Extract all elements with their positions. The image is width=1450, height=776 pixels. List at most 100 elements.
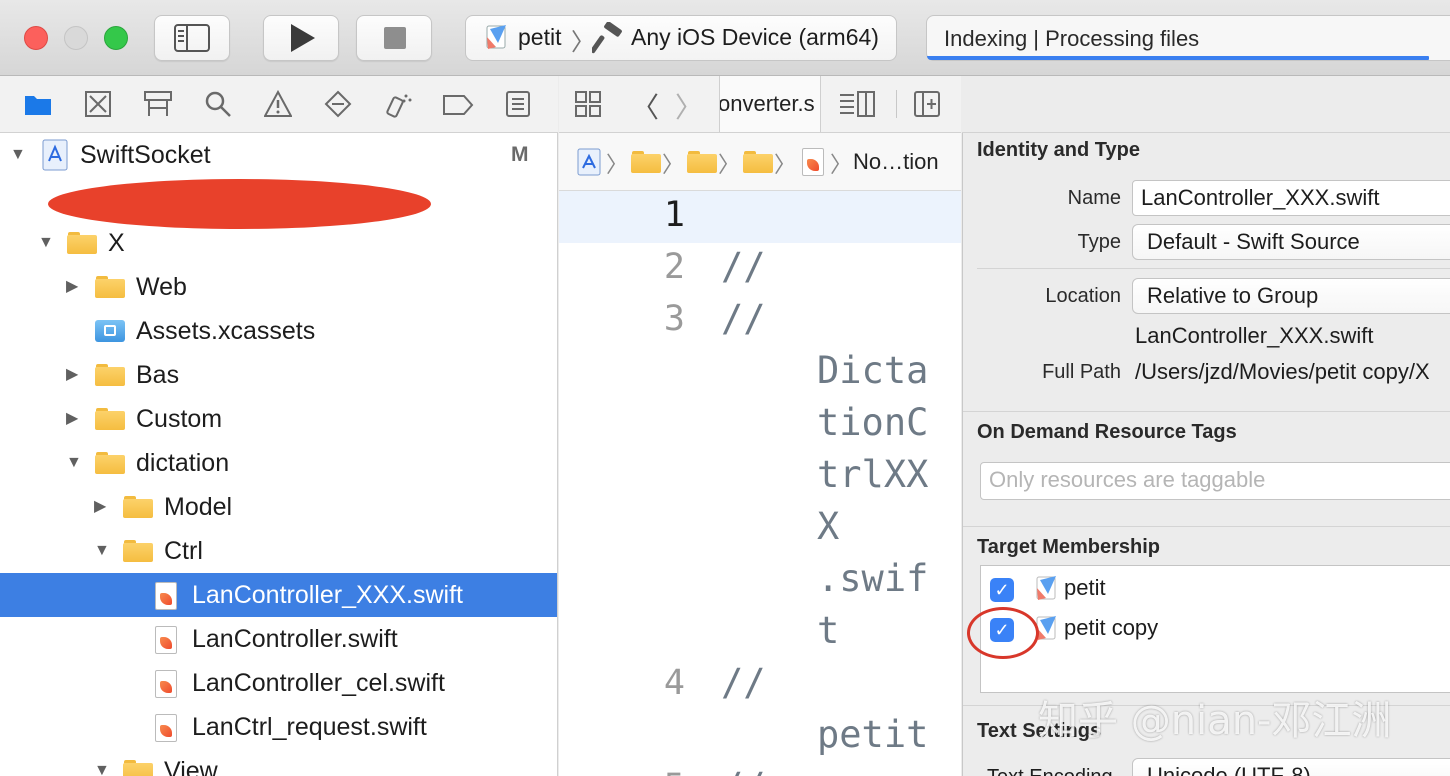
target-name: petit	[1064, 575, 1106, 600]
breadcrumb-current[interactable]: No…tion	[853, 149, 939, 175]
text-encoding-popup[interactable]: Unicode (UTF-8)	[1132, 758, 1450, 776]
type-popup[interactable]: Default - Swift Source	[1132, 224, 1450, 260]
list-item[interactable]: ▶ Custom	[0, 397, 557, 441]
line-number: 5	[559, 767, 685, 776]
debug-navigator-icon[interactable]	[384, 90, 414, 120]
membership-section-heading: Target Membership	[977, 536, 1160, 558]
disclosure-closed-icon[interactable]: ▶	[66, 353, 78, 397]
location-popup[interactable]: Relative to Group	[1132, 278, 1450, 314]
folder-icon	[95, 408, 125, 430]
list-item[interactable]: LanCtrl_request.swift	[0, 705, 557, 749]
sidebar-icon	[174, 24, 210, 52]
issue-navigator-icon[interactable]	[264, 90, 292, 118]
item-label: View	[164, 757, 218, 776]
line-number: 4	[663, 663, 685, 703]
editor-tab-bar: 〈 〉 onverter.s	[559, 76, 961, 133]
toggle-navigator-button[interactable]	[154, 15, 230, 61]
source-editor[interactable]: 1 2 // 3 // Dicta tionC trlXX X .swif t 4 // petit 5 //	[559, 191, 961, 776]
run-button[interactable]	[263, 15, 339, 61]
disclosure-closed-icon[interactable]: ▶	[66, 397, 78, 441]
hammer-icon	[592, 22, 622, 54]
list-item[interactable]: ▼ Ctrl	[0, 529, 557, 573]
tab-label: onverter.s	[719, 91, 815, 116]
target-checkbox-petit[interactable]: ✓	[990, 578, 1014, 602]
editor-tab[interactable]: onverter.s	[719, 76, 821, 132]
folder-icon[interactable]	[743, 151, 773, 173]
swift-file-icon[interactable]	[802, 148, 824, 176]
disclosure-open-icon[interactable]: ▼	[10, 133, 26, 177]
list-item[interactable]: LanController.swift	[0, 617, 557, 661]
stop-icon	[384, 27, 406, 49]
item-label: Assets.xcassets	[136, 317, 316, 345]
play-icon	[291, 24, 315, 52]
list-item[interactable]: ▼ X	[0, 221, 557, 265]
swift-file-icon	[155, 670, 177, 698]
chevron-right-icon: 〉	[606, 152, 629, 177]
asset-catalog-icon	[95, 320, 125, 342]
add-editor-icon[interactable]	[913, 90, 941, 118]
minimize-window-button[interactable]	[64, 26, 88, 50]
swift-file-icon	[155, 714, 177, 742]
code-line-text: .swif	[817, 557, 929, 600]
swift-file-icon	[155, 582, 177, 610]
project-navigator-icon[interactable]	[24, 92, 52, 116]
chevron-right-icon: 〉	[662, 152, 685, 177]
list-item[interactable]: ▼ dictation	[0, 441, 557, 485]
item-label: Ctrl	[164, 537, 203, 565]
test-navigator-icon[interactable]	[324, 90, 352, 118]
app-icon	[1036, 576, 1056, 600]
list-item[interactable]: ▶ Web	[0, 265, 557, 309]
disclosure-open-icon[interactable]: ▼	[94, 529, 110, 573]
text-encoding-label: Text Encoding	[987, 766, 1113, 776]
disclosure-open-icon[interactable]: ▼	[94, 749, 110, 776]
list-item[interactable]: LanController_cel.swift	[0, 661, 557, 705]
scheme-selector[interactable]: petit 〉 Any iOS Device (arm64)	[465, 15, 897, 61]
code-line-text: //	[721, 661, 766, 704]
modified-badge: M	[511, 143, 529, 166]
xcode-project-icon[interactable]	[577, 148, 601, 176]
report-navigator-icon[interactable]	[505, 90, 531, 118]
indexing-progress-bar	[927, 56, 1429, 60]
chevron-right-icon: 〉	[830, 152, 853, 177]
project-root-row[interactable]: ▼ SwiftSocket M	[0, 133, 557, 177]
disclosure-closed-icon[interactable]: ▶	[66, 265, 78, 309]
folder-icon[interactable]	[687, 151, 717, 173]
swift-file-icon	[155, 626, 177, 654]
item-label: Web	[136, 273, 187, 301]
forward-arrow-icon[interactable]: 〉	[675, 86, 703, 126]
folder-icon	[67, 232, 97, 254]
breakpoint-navigator-icon[interactable]	[442, 94, 474, 116]
folder-icon[interactable]	[631, 151, 661, 173]
disclosure-closed-icon[interactable]: ▶	[94, 485, 106, 529]
xcode-project-icon	[42, 139, 68, 171]
list-item-selected[interactable]: LanController_XXX.swift	[0, 573, 557, 617]
divider	[977, 268, 1450, 269]
list-item[interactable]: ▼ View	[0, 749, 557, 776]
close-window-button[interactable]	[24, 26, 48, 50]
find-navigator-icon[interactable]	[204, 90, 232, 118]
code-line-text: trlXX	[817, 453, 929, 496]
name-field[interactable]: LanController_XXX.swift	[1132, 180, 1450, 216]
symbol-navigator-icon[interactable]	[143, 90, 173, 118]
back-arrow-icon[interactable]: 〈	[631, 86, 659, 126]
list-item[interactable]: Assets.xcassets	[0, 309, 557, 353]
disclosure-open-icon[interactable]: ▼	[38, 221, 54, 265]
app-icon	[486, 25, 506, 49]
tags-field[interactable]: Only resources are taggable	[980, 462, 1450, 500]
zoom-window-button[interactable]	[104, 26, 128, 50]
tags-section-heading: On Demand Resource Tags	[977, 421, 1237, 443]
identity-section-heading: Identity and Type	[977, 139, 1140, 161]
disclosure-open-icon[interactable]: ▼	[66, 441, 82, 485]
editor-options-icon[interactable]	[838, 90, 876, 118]
chevron-right-icon: 〉	[718, 152, 741, 177]
folder-icon	[123, 540, 153, 562]
section-divider	[963, 526, 1450, 527]
code-line-text: Dicta	[817, 349, 929, 392]
related-items-icon[interactable]	[574, 90, 602, 118]
file-inspector: Identity and Type Name LanController_XXX…	[962, 133, 1450, 776]
list-item[interactable]: ▶ Model	[0, 485, 557, 529]
stop-button[interactable]	[356, 15, 432, 61]
folder-icon	[95, 364, 125, 386]
list-item[interactable]: ▶ Bas	[0, 353, 557, 397]
source-control-navigator-icon[interactable]	[84, 90, 112, 118]
